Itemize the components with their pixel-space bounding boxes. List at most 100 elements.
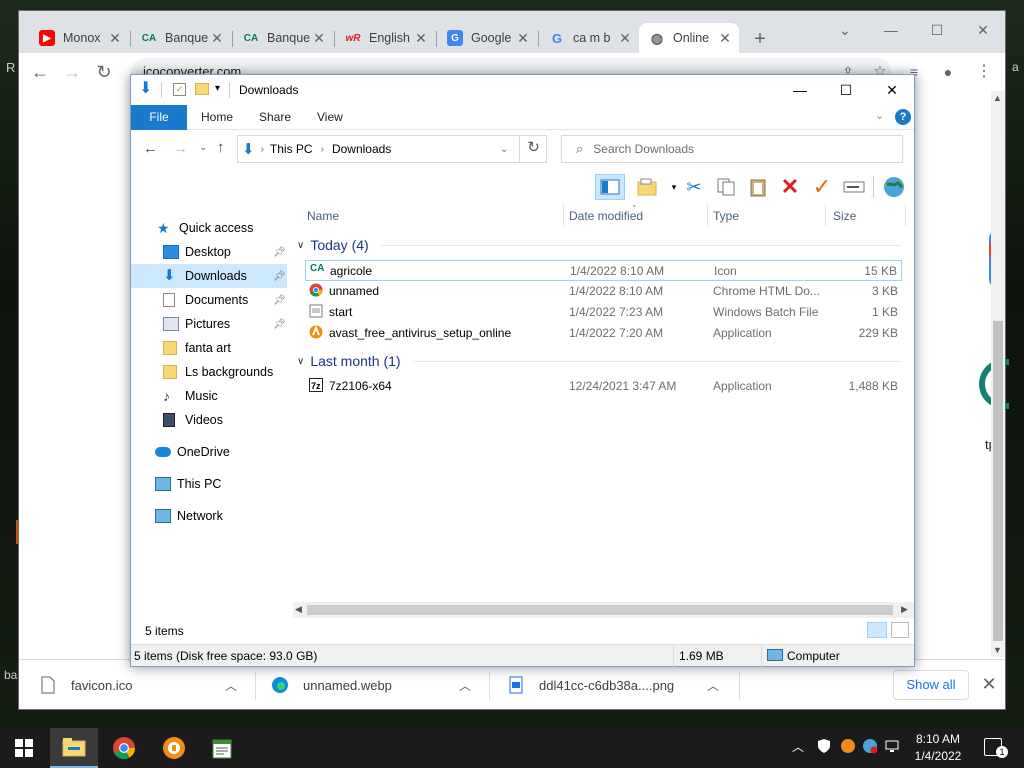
download-item-png[interactable]: ddl41cc-c6db38a....png ︿ <box>507 670 727 700</box>
chevron-up-icon[interactable]: ︿ <box>707 677 719 694</box>
chevron-down-icon[interactable]: ⌄ <box>825 17 865 43</box>
close-icon[interactable]: ✕ <box>617 30 633 47</box>
clock[interactable]: 8:10 AM 1/4/2022 <box>908 731 968 765</box>
sidebar-item-videos[interactable]: Videos <box>131 408 287 432</box>
sidebar-item-downloads[interactable]: ⬇ Downloads 📌︎ <box>131 264 287 288</box>
group-header-last-month[interactable]: ∨ Last month (1) <box>297 350 401 372</box>
sidebar-item-quick-access[interactable]: ★ Quick access <box>157 216 287 240</box>
sidebar-item-onedrive[interactable]: OneDrive <box>155 440 285 464</box>
reload-icon[interactable]: ↻ <box>93 61 115 83</box>
file-row-unnamed[interactable]: unnamed 1/4/2022 8:10 AM Chrome HTML Do.… <box>305 281 902 302</box>
close-icon[interactable]: ✕ <box>717 30 733 47</box>
delete-icon[interactable]: ✕ <box>777 174 803 200</box>
recent-locations-icon[interactable]: ⌄ <box>199 142 207 153</box>
minimize-button[interactable]: — <box>777 75 823 105</box>
pin-icon[interactable]: 📌︎ <box>273 247 286 258</box>
tab-banque-1[interactable]: CA Banque ✕ <box>131 23 231 53</box>
back-icon[interactable]: ← <box>29 61 51 83</box>
maximize-button[interactable]: ☐ <box>823 75 869 105</box>
forward-icon[interactable]: → <box>173 140 188 157</box>
scroll-right-icon[interactable]: ▶ <box>901 604 908 615</box>
breadcrumb-this-pc[interactable]: This PC <box>270 142 313 156</box>
close-window-button[interactable]: ✕ <box>869 75 915 105</box>
cut-icon[interactable]: ✂ <box>681 174 707 200</box>
sidebar-item-pictures[interactable]: Pictures 📌︎ <box>131 312 287 336</box>
start-icon[interactable] <box>0 728 48 768</box>
close-window-button[interactable]: ✕ <box>963 17 1003 43</box>
close-icon[interactable]: ✕ <box>107 30 123 47</box>
close-icon[interactable]: ✕ <box>311 30 327 47</box>
profile-icon[interactable]: ● <box>937 61 959 83</box>
help-icon[interactable]: ? <box>895 109 911 125</box>
paste-icon[interactable] <box>745 174 771 200</box>
expand-ribbon-icon[interactable]: ⌄ <box>875 109 884 122</box>
avast-tray-icon[interactable] <box>840 738 856 757</box>
chrome-icon[interactable] <box>100 728 148 768</box>
tab-view[interactable]: View <box>303 105 357 130</box>
large-icons-view-icon[interactable] <box>891 622 909 638</box>
minimize-button[interactable]: — <box>871 17 911 43</box>
page-scrollbar-thumb[interactable] <box>993 321 1003 641</box>
tab-file[interactable]: File <box>131 105 187 130</box>
notepad-icon[interactable] <box>198 728 246 768</box>
sidebar-item-desktop[interactable]: Desktop 📌︎ <box>131 240 287 264</box>
update-icon[interactable] <box>862 738 878 757</box>
sidebar-item-music[interactable]: ♪ Music <box>131 384 287 408</box>
tab-banque-2[interactable]: CA Banque ✕ <box>233 23 333 53</box>
column-header-name[interactable]: Name <box>307 206 339 226</box>
chevron-up-icon[interactable]: ︿ <box>225 677 237 694</box>
file-explorer-icon[interactable] <box>50 728 98 768</box>
menu-icon[interactable]: ⋮ <box>973 61 995 83</box>
horizontal-scrollbar-thumb[interactable] <box>307 605 893 615</box>
maximize-button[interactable]: ☐ <box>917 17 957 43</box>
file-row-agricole[interactable]: CA agricole 1/4/2022 8:10 AM Icon 15 KB <box>305 260 902 281</box>
tab-english[interactable]: wR English ✕ <box>335 23 435 53</box>
breadcrumb[interactable]: ⬇ › This PC › Downloads ⌄ <box>237 135 547 163</box>
pin-icon[interactable]: 📌︎ <box>273 319 286 330</box>
download-item-favicon[interactable]: favicon.ico ︿ <box>39 670 247 700</box>
sidebar-item-documents[interactable]: Documents 📌︎ <box>131 288 287 312</box>
scroll-left-icon[interactable]: ◀ <box>295 604 302 615</box>
chevron-up-icon[interactable]: ︿ <box>459 677 471 694</box>
details-view-icon[interactable] <box>867 622 887 638</box>
show-all-button[interactable]: Show all <box>893 670 969 700</box>
search-input[interactable]: ⌕ Search Downloads <box>561 135 903 163</box>
sidebar-item-fanta-art[interactable]: fanta art <box>131 336 287 360</box>
close-icon[interactable]: ✕ <box>977 672 1001 696</box>
tab-online-active[interactable]: ◍ Online ✕ <box>639 23 739 53</box>
close-icon[interactable]: ✕ <box>515 30 531 47</box>
column-header-date-modified[interactable]: Date modified <box>569 206 643 226</box>
refresh-icon[interactable]: ↻ <box>519 135 547 163</box>
close-icon[interactable]: ✕ <box>209 30 225 47</box>
copy-icon[interactable] <box>713 174 739 200</box>
new-tab-button[interactable]: + <box>747 27 773 53</box>
checkmark-icon[interactable]: ✓ <box>809 174 835 200</box>
quick-access-dropdown-icon[interactable]: ▾ <box>215 83 220 94</box>
column-header-size[interactable]: Size <box>833 206 856 226</box>
tab-youtube[interactable]: ▶ Monox ✕ <box>29 23 129 53</box>
pin-icon[interactable]: 📌︎ <box>273 295 286 306</box>
back-icon[interactable]: ← <box>143 140 158 157</box>
new-folder-icon[interactable] <box>195 83 209 95</box>
breadcrumb-downloads[interactable]: Downloads <box>332 142 391 156</box>
properties-icon[interactable]: ✓ <box>173 83 186 96</box>
download-item-unnamed-webp[interactable]: unnamed.webp ︿ <box>271 670 479 700</box>
tab-home[interactable]: Home <box>187 105 247 130</box>
file-row-avast[interactable]: avast_free_antivirus_setup_online 1/4/20… <box>305 323 902 344</box>
file-row-start[interactable]: start 1/4/2022 7:23 AM Windows Batch Fil… <box>305 302 902 323</box>
group-header-today[interactable]: ∨ Today (4) <box>297 234 369 256</box>
address-dropdown-icon[interactable]: ⌄ <box>500 144 508 155</box>
sidebar-item-this-pc[interactable]: This PC <box>155 472 285 496</box>
folder-options-icon[interactable] <box>635 174 661 200</box>
scroll-down-icon[interactable]: ▼ <box>993 645 1002 655</box>
rename-icon[interactable] <box>841 174 867 200</box>
network-icon[interactable] <box>884 738 900 757</box>
scroll-up-icon[interactable]: ▲ <box>993 93 1002 103</box>
sidebar-item-ls-backgrounds[interactable]: Ls backgrounds <box>131 360 287 384</box>
navigation-pane-icon[interactable] <box>595 174 625 200</box>
forward-icon[interactable]: → <box>61 61 83 83</box>
avast-secure-browser-icon[interactable] <box>150 728 198 768</box>
close-icon[interactable]: ✕ <box>413 30 429 47</box>
security-icon[interactable] <box>816 738 832 757</box>
pin-icon[interactable]: 📌︎ <box>273 271 286 282</box>
